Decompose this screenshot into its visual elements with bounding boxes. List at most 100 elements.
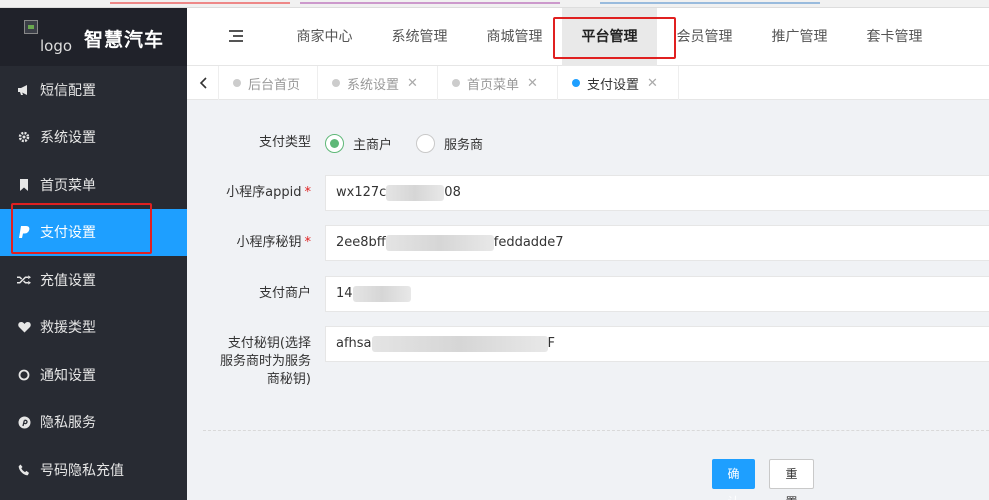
nav-platform-management[interactable]: 平台管理: [562, 8, 657, 66]
sidebar-item-label: 号码隐私充值: [40, 462, 124, 479]
radio-circle: [325, 133, 344, 153]
circle-icon: [17, 368, 31, 382]
tab-dashboard[interactable]: 后台首页: [219, 66, 318, 100]
brand-name: 智慧汽车: [84, 29, 165, 51]
close-icon[interactable]: ✕: [647, 76, 658, 91]
reset-button[interactable]: 重置: [769, 459, 814, 500]
appid-label-text: 小程序appid: [226, 185, 302, 200]
broken-image-icon: [24, 20, 38, 34]
menu-toggle-icon[interactable]: [229, 30, 243, 42]
sidebar-item-label: 救援类型: [40, 320, 96, 337]
sidebar-item-home-menu[interactable]: 首页菜单: [0, 161, 187, 209]
required-mark: *: [304, 185, 312, 200]
pay-type-label: 支付类型: [258, 135, 311, 150]
secret-label-text: 小程序秘钥: [236, 235, 302, 250]
sidebar-item-label: 隐私服务: [40, 415, 96, 432]
top-header: 商家中心 系统管理 商城管理 平台管理 会员管理 推广管理 套卡管理: [187, 8, 989, 66]
browser-strip-line: [110, 2, 290, 4]
sidebar-menu: 短信配置 系统设置 首页菜单 支付设置 充值设置 救援类型 通知设置 隐私服务 …: [0, 66, 187, 494]
nav-merchant-center[interactable]: 商家中心: [277, 8, 372, 66]
sidebar-item-rescue-type[interactable]: 救援类型: [0, 304, 187, 352]
bookmark-icon: [17, 178, 31, 192]
tab-label: 系统设置: [347, 77, 400, 93]
heart-icon: [17, 320, 31, 334]
tab-label: 首页菜单: [467, 77, 520, 93]
appid-value-start: wx127c: [336, 185, 387, 200]
appid-input[interactable]: wx127c 08: [325, 175, 989, 211]
top-nav: 商家中心 系统管理 商城管理 平台管理 会员管理 推广管理 套卡管理: [277, 8, 942, 66]
tab-dot: [572, 79, 580, 87]
sidebar-item-label: 通知设置: [40, 367, 96, 384]
tab-dot: [332, 79, 340, 87]
logo: logo: [24, 20, 74, 58]
pay-key-value-start: afhsa: [336, 336, 372, 351]
redacted-blur: [352, 285, 411, 302]
tab-label: 支付设置: [587, 77, 640, 93]
merchant-input[interactable]: 14: [325, 276, 989, 312]
browser-top-strip: [0, 0, 989, 8]
merchant-value-start: 14: [336, 286, 353, 301]
tab-home-menu[interactable]: 首页菜单 ✕: [438, 66, 558, 100]
radio-label: 服务商: [444, 137, 484, 153]
radio-label: 主商户: [353, 137, 393, 153]
tab-scroll-left-icon[interactable]: [187, 66, 219, 100]
pay-key-label-line: 商秘钥): [266, 372, 311, 387]
payment-settings-form: 支付类型 主商户 服务商 小程序appid * wx127c 08 小程序秘钥 * 2…: [187, 101, 989, 500]
sidebar-item-recharge-settings[interactable]: 充值设置: [0, 256, 187, 304]
nav-promotion-management[interactable]: 推广管理: [752, 8, 847, 66]
close-icon[interactable]: ✕: [407, 76, 418, 91]
pay-type-radio-group: 主商户 服务商: [325, 133, 507, 153]
pay-key-input[interactable]: afhsa F: [325, 326, 989, 362]
sidebar-item-label: 充值设置: [40, 272, 96, 289]
merchant-label: 支付商户: [258, 286, 311, 301]
sidebar-item-sms-config[interactable]: 短信配置: [0, 66, 187, 114]
radio-main-merchant[interactable]: 主商户: [325, 133, 393, 153]
nav-member-management[interactable]: 会员管理: [657, 8, 752, 66]
required-mark: *: [304, 235, 312, 250]
secret-input[interactable]: 2ee8bff feddadde7: [325, 225, 989, 261]
appid-label: 小程序appid *: [226, 184, 311, 202]
pay-key-label-line: 服务商时为服务: [219, 354, 311, 369]
browser-strip-line: [600, 2, 820, 4]
pay-key-label: 支付秘钥(选择 服务商时为服务 商秘钥): [220, 335, 311, 389]
nav-system-management[interactable]: 系统管理: [372, 8, 467, 66]
pay-key-label-line: 支付秘钥(选择: [227, 336, 311, 351]
sidebar-item-notification-settings[interactable]: 通知设置: [0, 351, 187, 399]
tab-label: 后台首页: [248, 77, 301, 93]
confirm-button[interactable]: 确认: [712, 459, 755, 500]
sidebar-item-privacy-service[interactable]: 隐私服务: [0, 399, 187, 447]
tab-dot: [233, 79, 241, 87]
sidebar-item-system-settings[interactable]: 系统设置: [0, 114, 187, 162]
pinterest-icon: [17, 415, 31, 429]
sidebar-item-payment-settings[interactable]: 支付设置: [0, 208, 187, 256]
nav-card-package-management[interactable]: 套卡管理: [847, 8, 942, 66]
megaphone-icon: [17, 83, 31, 97]
pay-key-value-end: F: [547, 336, 556, 351]
tab-payment-settings[interactable]: 支付设置 ✕: [558, 66, 679, 100]
appid-value-end: 08: [444, 185, 461, 200]
gear-icon: [17, 130, 31, 144]
phone-icon: [17, 463, 31, 477]
sidebar-item-number-privacy-recharge[interactable]: 号码隐私充值: [0, 446, 187, 494]
redacted-blur: [386, 184, 445, 201]
nav-mall-management[interactable]: 商城管理: [467, 8, 562, 66]
close-icon[interactable]: ✕: [527, 76, 538, 91]
radio-circle: [416, 133, 436, 153]
tab-dot: [452, 79, 460, 87]
paypal-icon: [17, 225, 31, 239]
sidebar-item-label: 系统设置: [40, 130, 96, 147]
sidebar-item-label: 短信配置: [40, 82, 96, 99]
brand: logo 智慧汽车: [0, 8, 187, 66]
logo-text: logo: [40, 37, 73, 55]
secret-value-end: feddadde7: [493, 235, 564, 250]
secret-value-start: 2ee8bff: [336, 235, 386, 250]
tab-bar: 后台首页 系统设置 ✕ 首页菜单 ✕ 支付设置 ✕: [187, 66, 989, 100]
redacted-blur: [371, 335, 548, 352]
sidebar-item-label: 支付设置: [40, 225, 96, 242]
tab-system-settings[interactable]: 系统设置 ✕: [318, 66, 438, 100]
radio-service-provider[interactable]: 服务商: [416, 133, 484, 153]
sidebar-item-label: 首页菜单: [40, 177, 96, 194]
browser-strip-line: [300, 2, 560, 4]
form-divider: [203, 430, 989, 431]
shuffle-icon: [17, 273, 31, 287]
